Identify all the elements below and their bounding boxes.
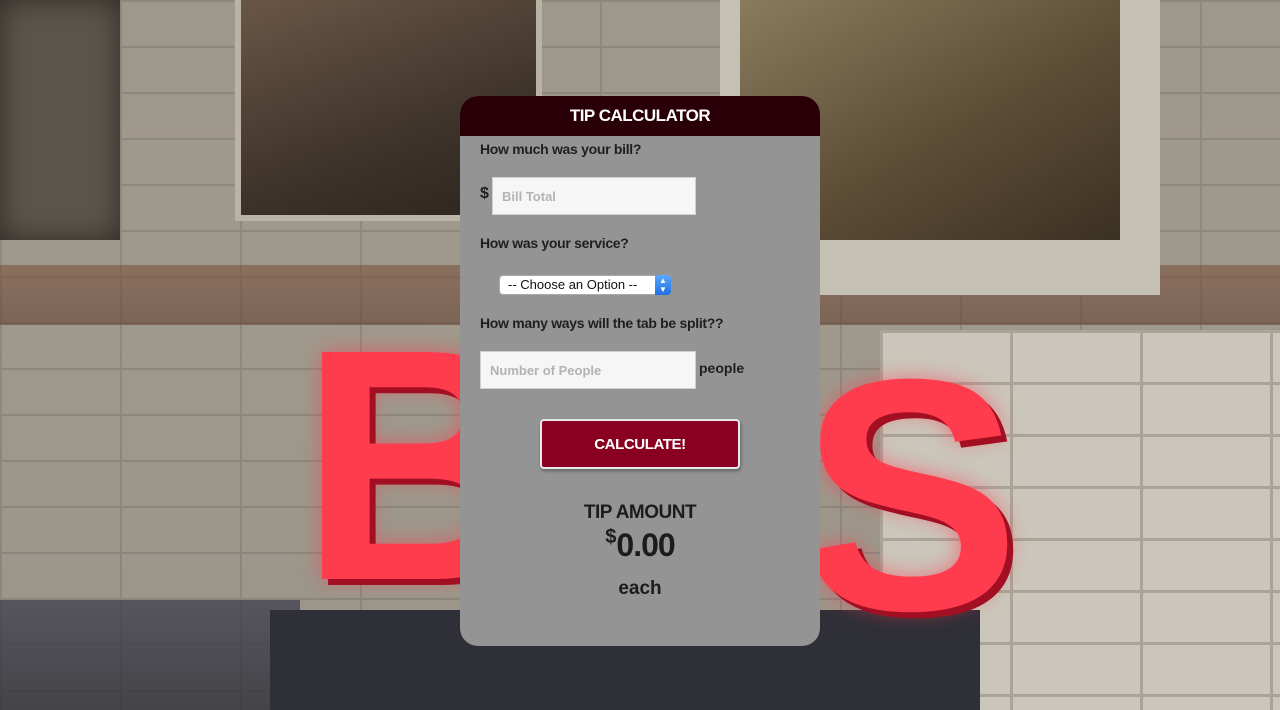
number-of-people-input[interactable]: [480, 351, 696, 389]
split-question: How many ways will the tab be split??: [480, 315, 724, 331]
tip-each-label: each: [618, 578, 662, 599]
bill-total-input[interactable]: [492, 177, 696, 215]
wall-frame-left: [0, 0, 120, 240]
tip-amount-label: TIP AMOUNT: [583, 502, 697, 523]
calculator-title: TIP CALCULATOR: [460, 96, 820, 136]
people-unit-label: people: [699, 360, 745, 376]
floor-shadow: [0, 600, 300, 710]
bill-question: How much was your bill?: [480, 141, 642, 157]
tip-currency-symbol: $: [605, 526, 617, 548]
tip-amount-value: 0.00: [616, 527, 675, 563]
tip-calculator-card: TIP CALCULATOR How much was your bill? $…: [460, 96, 820, 646]
service-question: How was your service?: [480, 235, 629, 251]
bill-currency-symbol: $: [480, 185, 489, 202]
calculate-button[interactable]: CALCULATE!: [540, 419, 740, 469]
tip-amount-display: $0.00: [460, 524, 820, 566]
service-select-value: -- Choose an Option --: [508, 277, 638, 292]
neon-sign-letters-right: S: [800, 310, 1020, 679]
service-select[interactable]: -- Choose an Option -- ▲ ▼: [499, 275, 671, 295]
select-arrows-icon: ▲ ▼: [655, 275, 671, 295]
